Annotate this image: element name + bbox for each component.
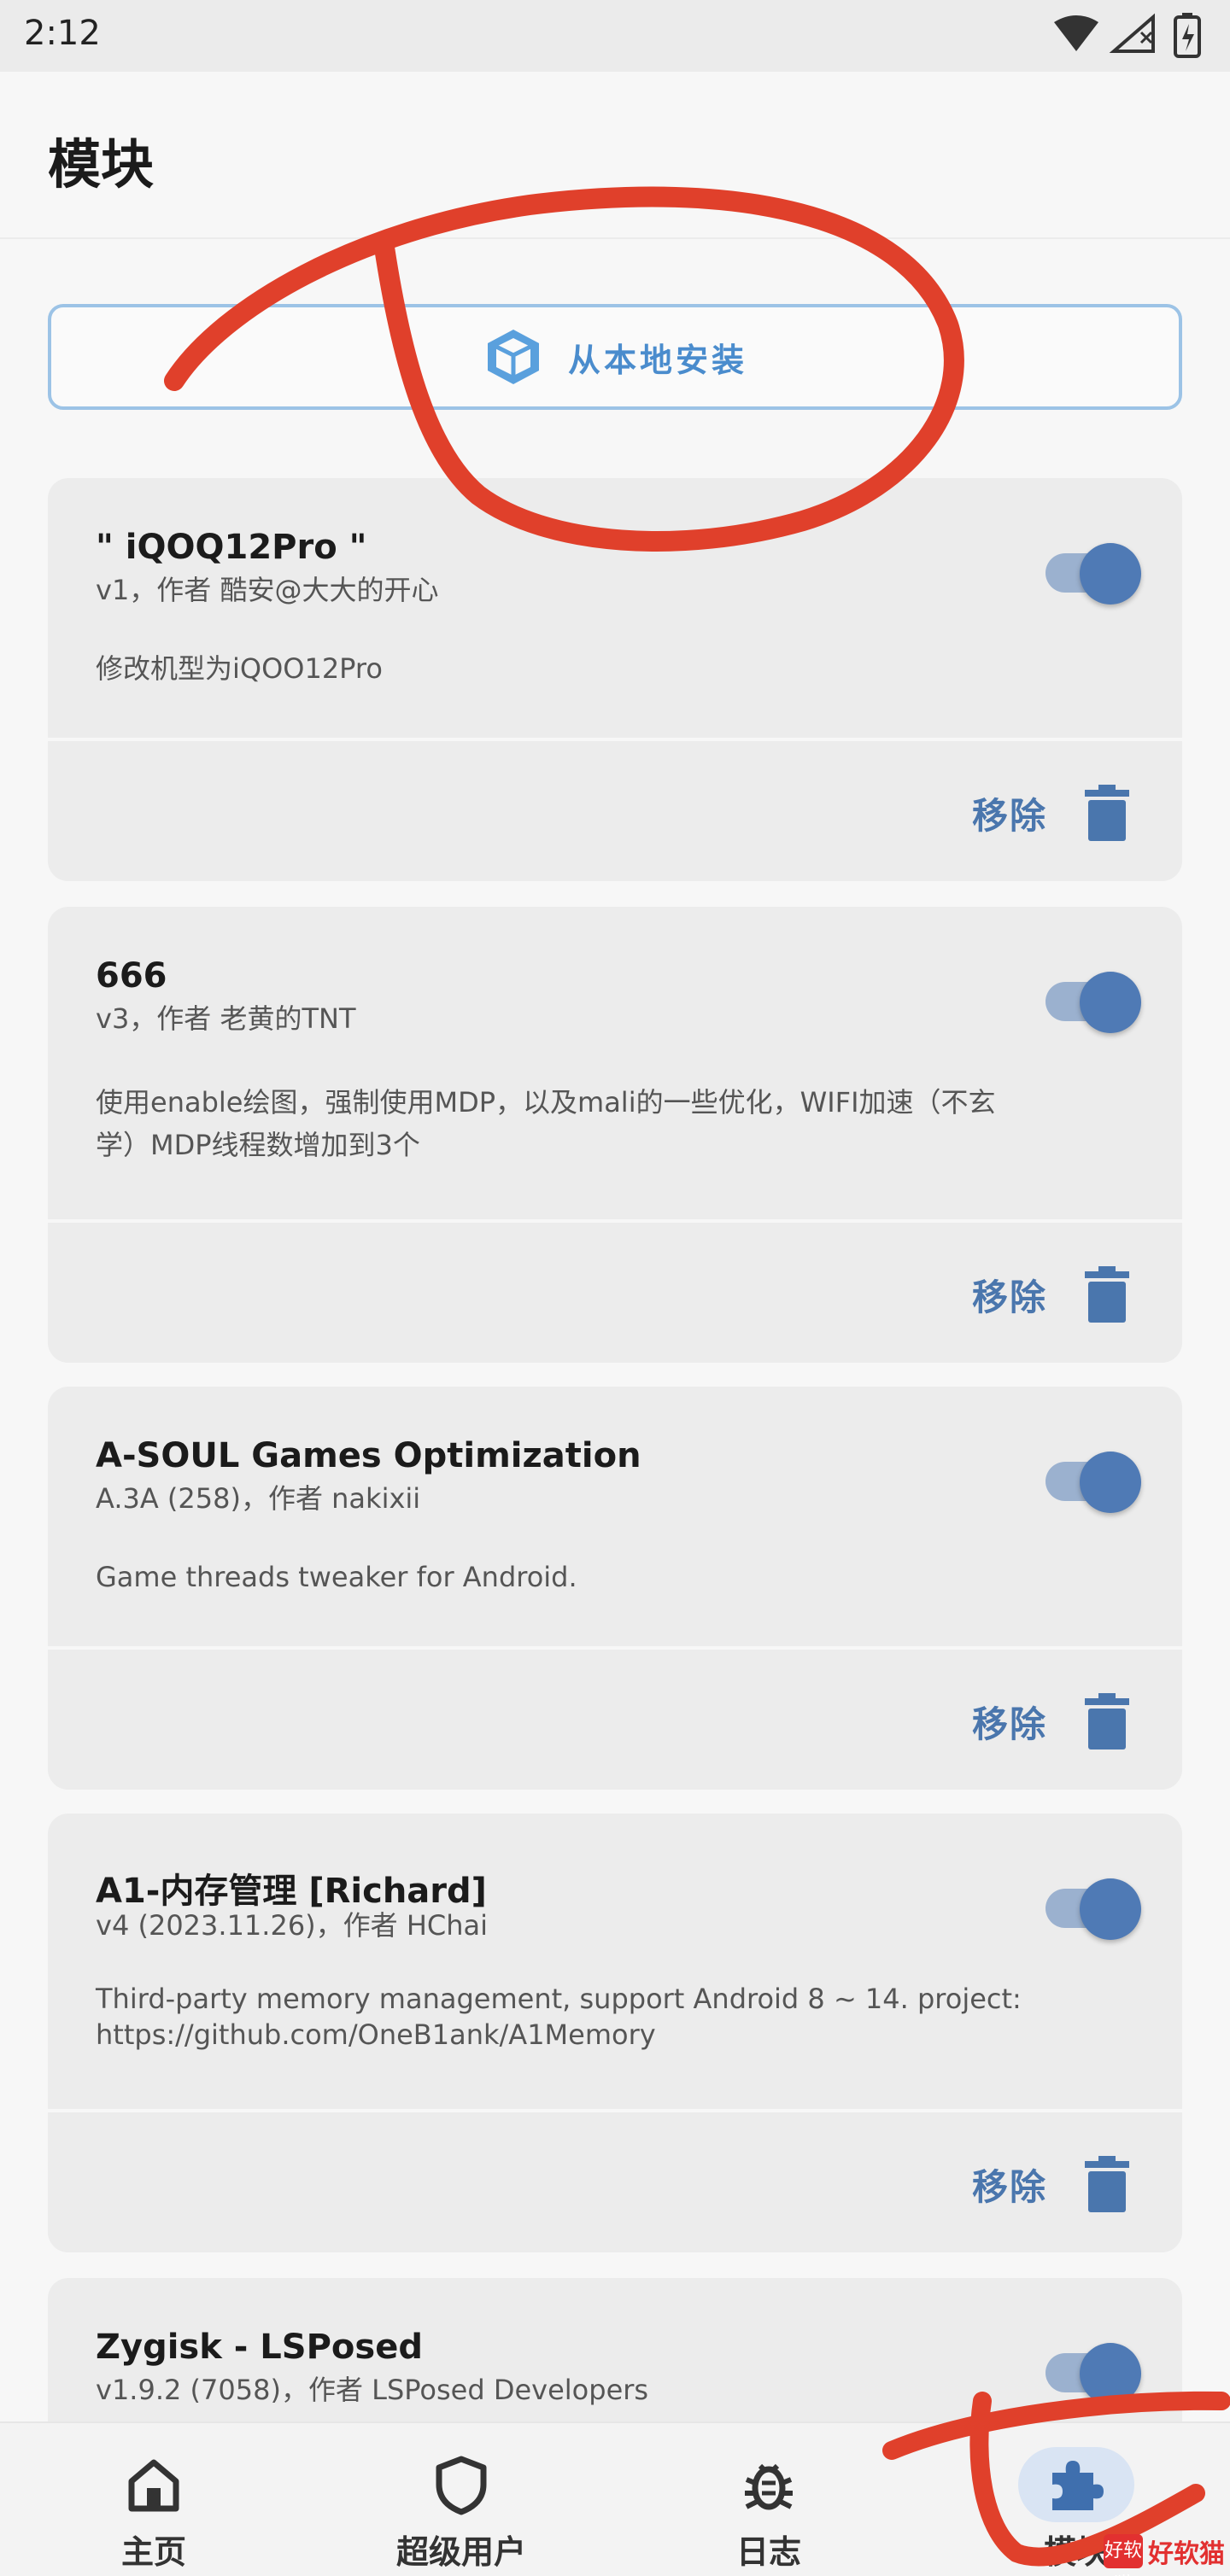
nav-label: 超级用户 xyxy=(395,2533,526,2571)
module-actions: 移除 xyxy=(48,738,1182,881)
module-card: A1-内存管理 [Richard] v4 (2023.11.26)，作者 HCh… xyxy=(48,1814,1182,2252)
page-title: 模块 xyxy=(48,133,155,196)
module-enable-toggle[interactable] xyxy=(1046,963,1148,1033)
nav-item-home[interactable]: 主页 xyxy=(0,2423,308,2576)
module-description: 修改机型为iQOO12Pro xyxy=(96,647,1104,690)
trash-icon xyxy=(1085,1266,1129,1323)
description-line: 使用enable绘图，强制使用MDP，以及mali的一些优化，WIFI加速（不玄 xyxy=(96,1086,996,1119)
toggle-thumb xyxy=(1080,1452,1141,1513)
app-bar: 模块 xyxy=(0,72,1230,239)
watermark: 好软猫 好软猫 xyxy=(1086,2532,1225,2576)
module-name: 666 xyxy=(96,956,167,996)
module-meta: A.3A (258)，作者 nakixii xyxy=(96,1482,421,1515)
toggle-thumb xyxy=(1080,1878,1141,1940)
description-line: https://github.com/OneB1ank/A1Memory xyxy=(96,2018,656,2051)
remove-button[interactable]: 移除 xyxy=(972,779,1129,847)
bottom-navigation: 主页 超级用户 日志 模块 xyxy=(0,2421,1230,2576)
nav-label: 主页 xyxy=(120,2533,186,2571)
module-meta: v1，作者 酷安@大大的开心 xyxy=(96,574,439,606)
status-time: 2:12 xyxy=(24,14,101,53)
module-name: " iQOQ12Pro " xyxy=(96,528,367,567)
toggle-thumb xyxy=(1080,972,1141,1033)
module-meta: v4 (2023.11.26)，作者 HChai xyxy=(96,1909,489,1942)
module-name: A-SOUL Games Optimization xyxy=(96,1436,641,1475)
shield-icon xyxy=(436,2456,487,2515)
trash-icon xyxy=(1085,2156,1129,2212)
status-icons xyxy=(1054,13,1201,58)
description-line: 学）MDP线程数增加到3个 xyxy=(96,1129,420,1161)
home-icon xyxy=(128,2459,179,2512)
remove-label: 移除 xyxy=(971,1276,1047,1318)
battery-icon xyxy=(1174,13,1201,58)
nav-label: 日志 xyxy=(735,2533,801,2571)
install-button-label: 从本地安装 xyxy=(567,341,747,379)
remove-label: 移除 xyxy=(971,794,1047,837)
trash-icon xyxy=(1085,1693,1129,1749)
toggle-thumb xyxy=(1080,2343,1141,2404)
signal-icon xyxy=(1109,13,1155,53)
install-from-local-button[interactable]: 从本地安装 xyxy=(48,304,1182,410)
bug-icon xyxy=(745,2463,793,2510)
toggle-thumb xyxy=(1080,543,1141,605)
watermark-text: 好软猫 xyxy=(1148,2539,1225,2569)
description-line: Third-party memory management, support A… xyxy=(96,1983,1022,2015)
module-meta: v3，作者 老黄的TNT xyxy=(96,1002,356,1035)
description-line: Game threads tweaker for Android. xyxy=(96,1561,577,1593)
module-description: 使用enable绘图，强制使用MDP，以及mali的一些优化，WIFI加速（不玄… xyxy=(96,1081,1104,1166)
module-actions: 移除 xyxy=(48,2109,1182,2252)
puzzle-icon xyxy=(1052,2461,1104,2510)
module-description: Game threads tweaker for Android. xyxy=(96,1556,1104,1598)
trash-icon xyxy=(1085,785,1129,841)
module-enable-toggle[interactable] xyxy=(1046,1870,1148,1940)
module-description: Third-party memory management, support A… xyxy=(96,1981,1104,2053)
module-enable-toggle[interactable] xyxy=(1046,1443,1148,1513)
remove-button[interactable]: 移除 xyxy=(972,2150,1129,2218)
remove-label: 移除 xyxy=(971,1703,1047,1745)
module-enable-toggle[interactable] xyxy=(1046,2334,1148,2404)
module-name: Zygisk - LSPosed xyxy=(96,2328,423,2367)
module-enable-toggle[interactable] xyxy=(1046,534,1148,605)
package-icon xyxy=(487,330,539,384)
watermark-logo: 好软猫 xyxy=(1104,2534,1143,2576)
module-card: 666 v3，作者 老黄的TNT 使用enable绘图，强制使用MDP，以及ma… xyxy=(48,907,1182,1363)
status-bar: 2:12 xyxy=(0,0,1230,72)
wifi-icon xyxy=(1054,15,1098,51)
description-line: 修改机型为iQOO12Pro xyxy=(96,652,383,685)
remove-button[interactable]: 移除 xyxy=(972,1260,1129,1329)
module-meta: v1.9.2 (7058)，作者 LSPosed Developers xyxy=(96,2374,649,2406)
module-actions: 移除 xyxy=(48,1646,1182,1790)
nav-item-superuser[interactable]: 超级用户 xyxy=(308,2423,615,2576)
module-card: " iQOQ12Pro " v1，作者 酷安@大大的开心 修改机型为iQOO12… xyxy=(48,478,1182,881)
remove-label: 移除 xyxy=(971,2165,1047,2208)
module-actions: 移除 xyxy=(48,1219,1182,1363)
module-card: A-SOUL Games Optimization A.3A (258)，作者 … xyxy=(48,1387,1182,1790)
nav-item-logs[interactable]: 日志 xyxy=(615,2423,922,2576)
remove-button[interactable]: 移除 xyxy=(972,1687,1129,1755)
